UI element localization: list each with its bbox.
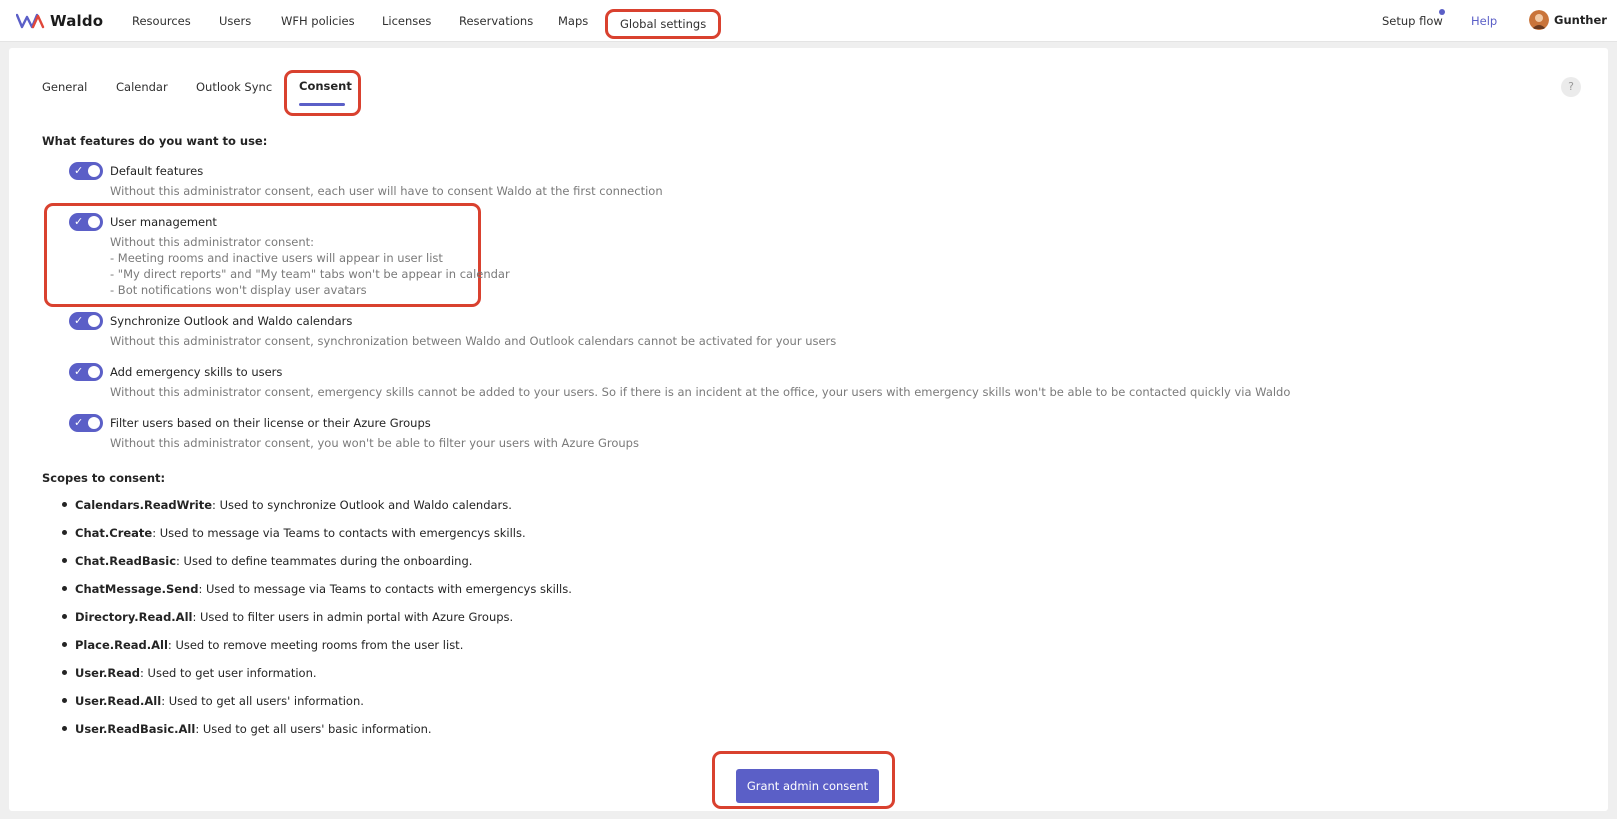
list-item: User.Read.All: Used to get all users' in…	[62, 694, 364, 708]
grant-admin-consent-button[interactable]: Grant admin consent	[736, 769, 879, 803]
help-circle-icon[interactable]: ?	[1561, 77, 1581, 97]
list-item: Chat.ReadBasic: Used to define teammates…	[62, 554, 472, 568]
bullet-icon	[62, 502, 67, 507]
scopes-heading: Scopes to consent:	[42, 471, 166, 485]
list-item: ChatMessage.Send: Used to message via Te…	[62, 582, 572, 596]
help-link[interactable]: Help	[1471, 0, 1497, 42]
toggle-sync-calendars[interactable]: ✓	[69, 312, 103, 330]
waldo-logo[interactable]: Waldo	[16, 11, 103, 31]
bullet-icon	[62, 558, 67, 563]
scope-name: Directory.Read.All	[75, 610, 193, 624]
feature-desc-emergency: Without this administrator consent, emer…	[110, 385, 1291, 399]
nav-resources[interactable]: Resources	[132, 0, 191, 42]
nav-users[interactable]: Users	[219, 0, 251, 42]
bullet-icon	[62, 586, 67, 591]
feature-title-user-management: User management	[110, 215, 217, 229]
feature-title-sync: Synchronize Outlook and Waldo calendars	[110, 314, 353, 328]
nav-licenses[interactable]: Licenses	[382, 0, 431, 42]
list-item: Directory.Read.All: Used to filter users…	[62, 610, 513, 624]
scope-desc: : Used to message via Teams to contacts …	[152, 526, 526, 540]
scope-name: User.ReadBasic.All	[75, 722, 196, 736]
toggle-knob	[88, 315, 100, 327]
bullet-icon	[62, 642, 67, 647]
toggle-knob	[88, 216, 100, 228]
feature-title-emergency: Add emergency skills to users	[110, 365, 283, 379]
scope-name: Calendars.ReadWrite	[75, 498, 213, 512]
toggle-filter-users[interactable]: ✓	[69, 414, 103, 432]
scope-name: User.Read	[75, 666, 141, 680]
nav-wfh-policies[interactable]: WFH policies	[281, 0, 355, 42]
check-icon: ✓	[74, 416, 84, 429]
feature-desc-user-management-3: - Bot notifications won't display user a…	[110, 283, 367, 297]
waldo-logo-icon	[16, 13, 45, 29]
tab-consent-highlight	[284, 70, 361, 116]
bullet-icon	[62, 726, 67, 731]
feature-desc-filter: Without this administrator consent, you …	[110, 436, 639, 450]
toggle-knob	[88, 417, 100, 429]
user-avatar-icon	[1529, 10, 1549, 30]
scope-desc: : Used to remove meeting rooms from the …	[167, 638, 464, 652]
list-item: Place.Read.All: Used to remove meeting r…	[62, 638, 463, 652]
notification-dot	[1439, 9, 1445, 15]
scope-name: User.Read.All	[75, 694, 162, 708]
list-item: Calendars.ReadWrite: Used to synchronize…	[62, 498, 512, 512]
list-item: User.ReadBasic.All: Used to get all user…	[62, 722, 432, 736]
list-item: Chat.Create: Used to message via Teams t…	[62, 526, 526, 540]
tab-consent[interactable]: Consent	[299, 79, 352, 93]
user-name[interactable]: Gunther	[1554, 0, 1607, 42]
bullet-icon	[62, 530, 67, 535]
bullet-icon	[62, 698, 67, 703]
scope-desc: : Used to get all users' information.	[161, 694, 364, 708]
setup-flow-link[interactable]: Setup flow	[1382, 0, 1443, 42]
scope-name: Chat.ReadBasic	[75, 554, 177, 568]
tab-general[interactable]: General	[42, 80, 87, 94]
tab-calendar[interactable]: Calendar	[116, 80, 168, 94]
check-icon: ✓	[74, 215, 84, 228]
toggle-knob	[88, 366, 100, 378]
feature-title-filter: Filter users based on their license or t…	[110, 416, 431, 430]
scope-desc: : Used to get all users' basic informati…	[195, 722, 432, 736]
scope-desc: : Used to message via Teams to contacts …	[198, 582, 572, 596]
nav-reservations[interactable]: Reservations	[459, 0, 533, 42]
avatar[interactable]	[1529, 10, 1549, 30]
bullet-icon	[62, 670, 67, 675]
bullet-icon	[62, 614, 67, 619]
feature-title-default: Default features	[110, 164, 204, 178]
check-icon: ✓	[74, 314, 84, 327]
scope-desc: : Used to synchronize Outlook and Waldo …	[212, 498, 512, 512]
check-icon: ✓	[74, 365, 84, 378]
tab-outlook-sync[interactable]: Outlook Sync	[196, 80, 272, 94]
feature-desc-user-management-2: - "My direct reports" and "My team" tabs…	[110, 267, 510, 281]
scope-desc: : Used to get user information.	[140, 666, 317, 680]
check-icon: ✓	[74, 164, 84, 177]
feature-desc-user-management-1: - Meeting rooms and inactive users will …	[110, 251, 443, 265]
feature-desc-user-management-0: Without this administrator consent:	[110, 235, 315, 249]
scope-name: Place.Read.All	[75, 638, 168, 652]
top-navigation: Waldo Resources Users WFH policies Licen…	[0, 0, 1617, 42]
toggle-user-management[interactable]: ✓	[69, 213, 103, 231]
feature-desc-default: Without this administrator consent, each…	[110, 184, 663, 198]
scope-desc: : Used to filter users in admin portal w…	[192, 610, 514, 624]
scope-name: ChatMessage.Send	[75, 582, 199, 596]
toggle-knob	[88, 165, 100, 177]
toggle-emergency-skills[interactable]: ✓	[69, 363, 103, 381]
tab-active-indicator	[299, 103, 345, 106]
features-heading: What features do you want to use:	[42, 134, 268, 148]
list-item: User.Read: Used to get user information.	[62, 666, 317, 680]
feature-desc-sync: Without this administrator consent, sync…	[110, 334, 837, 348]
scope-name: Chat.Create	[75, 526, 153, 540]
brand-name: Waldo	[50, 12, 104, 30]
toggle-default-features[interactable]: ✓	[69, 162, 103, 180]
nav-maps[interactable]: Maps	[558, 0, 588, 42]
nav-global-settings[interactable]: Global settings	[605, 9, 722, 39]
scope-desc: : Used to define teammates during the on…	[176, 554, 473, 568]
